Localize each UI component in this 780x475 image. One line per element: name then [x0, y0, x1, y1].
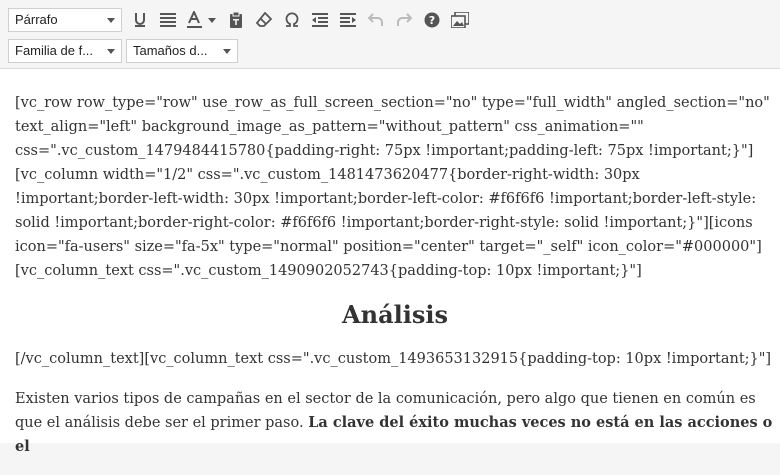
justify-button[interactable]: [154, 6, 182, 34]
underline-button[interactable]: [126, 6, 154, 34]
help-icon: ?: [424, 12, 440, 28]
toolbar-row-1: Párrafo ?: [8, 6, 474, 34]
special-char-button[interactable]: [278, 6, 306, 34]
shortcode-paragraph-1[interactable]: [vc_row row_type="row" use_row_as_full_s…: [15, 91, 775, 283]
undo-button[interactable]: [362, 6, 390, 34]
body-paragraph[interactable]: Existen varios tipos de campañas en el s…: [15, 387, 775, 459]
editor-content-area[interactable]: [vc_row row_type="row" use_row_as_full_s…: [0, 69, 780, 455]
chevron-down-icon: [223, 49, 231, 54]
outdent-icon: [312, 13, 328, 27]
media-icon: [451, 12, 469, 28]
omega-icon: [284, 12, 300, 28]
underline-icon: [133, 12, 147, 28]
paste-text-button[interactable]: [222, 6, 250, 34]
toolbar-row-2: Familia de f... Tamaños d...: [8, 38, 238, 64]
editor-body[interactable]: [vc_row row_type="row" use_row_as_full_s…: [15, 91, 775, 475]
font-family-select-value: Familia de f...: [15, 43, 94, 58]
redo-button[interactable]: [390, 6, 418, 34]
section-heading[interactable]: Análisis: [15, 299, 775, 331]
font-size-select-value: Tamaños d...: [133, 43, 208, 58]
text-color-icon: [187, 11, 217, 29]
chevron-down-icon: [107, 18, 115, 23]
indent-icon: [340, 13, 356, 27]
redo-icon: [396, 13, 412, 27]
shortcode-paragraph-2[interactable]: [/vc_column_text][vc_column_text css=".v…: [15, 347, 775, 371]
clear-format-button[interactable]: [250, 6, 278, 34]
paste-text-icon: [229, 12, 243, 28]
media-button[interactable]: [446, 6, 474, 34]
chevron-down-icon: [107, 49, 115, 54]
font-size-select[interactable]: Tamaños d...: [126, 39, 238, 63]
help-button[interactable]: ?: [418, 6, 446, 34]
font-family-select[interactable]: Familia de f...: [8, 39, 122, 63]
indent-button[interactable]: [334, 6, 362, 34]
format-select-value: Párrafo: [15, 12, 58, 27]
text-color-button[interactable]: [182, 6, 222, 34]
clear-format-icon: [256, 12, 272, 28]
format-select[interactable]: Párrafo: [8, 8, 122, 32]
justify-icon: [160, 13, 176, 27]
undo-icon: [368, 13, 384, 27]
svg-text:?: ?: [429, 14, 435, 27]
outdent-button[interactable]: [306, 6, 334, 34]
editor-toolbar: Párrafo ? Familia de f... Tamaños d...: [0, 0, 780, 69]
